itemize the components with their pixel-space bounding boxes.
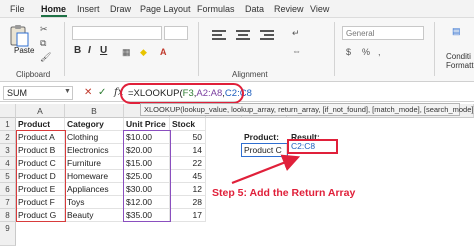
tab-home[interactable]: Home	[41, 4, 66, 14]
column-header-b[interactable]: B	[65, 104, 124, 118]
enter-check-icon[interactable]: ✓	[98, 87, 106, 98]
chevron-down-icon[interactable]: ▼	[64, 88, 71, 95]
header-cell-category[interactable]: Category	[65, 118, 124, 131]
merge-center-icon[interactable]: ⇔	[292, 46, 301, 56]
format-painter-icon[interactable]: 🖌	[40, 52, 51, 63]
conditional-formatting-button[interactable]: Conditi Formatti	[446, 52, 474, 70]
cancel-icon[interactable]: ✕	[84, 87, 92, 98]
italic-button[interactable]: I	[88, 45, 91, 56]
cut-icon[interactable]: ✂	[40, 24, 48, 35]
tab-draw[interactable]: Draw	[110, 4, 131, 14]
conditional-formatting-label-1: Conditi	[446, 52, 471, 61]
wrap-text-icon[interactable]: ↵	[292, 28, 300, 39]
row-header[interactable]: 5	[0, 170, 16, 183]
alignment-group-label: Alignment	[232, 70, 268, 79]
table-cell[interactable]: Clothing	[65, 131, 124, 144]
row-header[interactable]: 3	[0, 144, 16, 157]
conditional-formatting-icon[interactable]: ▤	[452, 26, 461, 37]
table-cell[interactable]: 50	[170, 131, 206, 144]
table-cell[interactable]: Homeware	[65, 170, 124, 183]
row-header[interactable]: 2	[0, 131, 16, 144]
font-name-box[interactable]	[72, 26, 162, 40]
underline-button[interactable]: U	[100, 45, 107, 56]
tab-formulas[interactable]: Formulas	[197, 4, 235, 14]
table-cell[interactable]: Toys	[65, 196, 124, 209]
font-size-box[interactable]	[164, 26, 188, 40]
table-cell[interactable]: Electronics	[65, 144, 124, 157]
ribbon-divider	[434, 22, 435, 76]
table-cell[interactable]: 12	[170, 183, 206, 196]
conditional-formatting-label-2: Formatti	[446, 61, 474, 70]
ribbon-tab-bar: File Home Insert Draw Page Layout Formul…	[0, 0, 474, 18]
clipboard-group-label: Clipboard	[16, 70, 51, 79]
number-format-select[interactable]: General	[342, 26, 424, 40]
active-tab-indicator	[41, 15, 67, 17]
tab-page-layout[interactable]: Page Layout	[140, 4, 191, 14]
row-header[interactable]: 9	[0, 222, 16, 246]
table-cell[interactable]: Appliances	[65, 183, 124, 196]
row-header[interactable]: 6	[0, 183, 16, 196]
row-header[interactable]: 1	[0, 118, 16, 131]
font-color-icon[interactable]: A	[160, 47, 167, 57]
borders-icon[interactable]: ▦	[122, 47, 131, 58]
select-all-corner[interactable]	[0, 104, 16, 118]
table-cell[interactable]: Beauty	[65, 209, 124, 222]
fill-color-icon[interactable]: ◆	[140, 47, 147, 58]
result-cell-editing[interactable]: C2:C8	[287, 139, 338, 154]
ribbon-divider	[64, 22, 65, 76]
range-highlight-return-array	[123, 130, 171, 222]
currency-icon[interactable]: $	[346, 47, 351, 57]
tab-review[interactable]: Review	[274, 4, 304, 14]
column-header-a[interactable]: A	[16, 104, 65, 118]
table-cell[interactable]: 17	[170, 209, 206, 222]
tab-view[interactable]: View	[310, 4, 329, 14]
header-cell-stock[interactable]: Stock	[170, 118, 206, 131]
row-header[interactable]: 4	[0, 157, 16, 170]
comma-style-icon[interactable]: ,	[378, 47, 381, 57]
function-tooltip: XLOOKUP(lookup_value, lookup_array, retu…	[140, 103, 474, 116]
table-cell[interactable]: 28	[170, 196, 206, 209]
table-cell[interactable]: Furniture	[65, 157, 124, 170]
ribbon: Paste ✂ ⧉ 🖌 Clipboard B I U ▦ ◆ A ↵ ⇔ Al…	[0, 18, 474, 82]
ribbon-divider	[334, 22, 335, 76]
tab-file[interactable]: File	[10, 4, 25, 14]
range-highlight-lookup-array	[16, 130, 66, 222]
paste-icon[interactable]	[8, 24, 30, 48]
row-header[interactable]: 7	[0, 196, 16, 209]
row-header[interactable]: 8	[0, 209, 16, 222]
table-cell[interactable]: 45	[170, 170, 206, 183]
bold-button[interactable]: B	[74, 45, 81, 56]
percent-icon[interactable]: %	[362, 47, 370, 57]
tab-insert[interactable]: Insert	[77, 4, 100, 14]
copy-icon[interactable]: ⧉	[40, 38, 46, 49]
table-cell[interactable]: 22	[170, 157, 206, 170]
paste-button-label[interactable]: Paste	[14, 46, 34, 55]
name-box[interactable]: SUM	[3, 86, 73, 100]
tab-data[interactable]: Data	[245, 4, 264, 14]
step-annotation: Step 5: Add the Return Array	[212, 187, 356, 199]
formula-highlight-oval	[120, 83, 244, 104]
range-highlight-lookup-value	[241, 143, 288, 157]
ribbon-divider	[198, 22, 199, 76]
table-cell[interactable]: 14	[170, 144, 206, 157]
